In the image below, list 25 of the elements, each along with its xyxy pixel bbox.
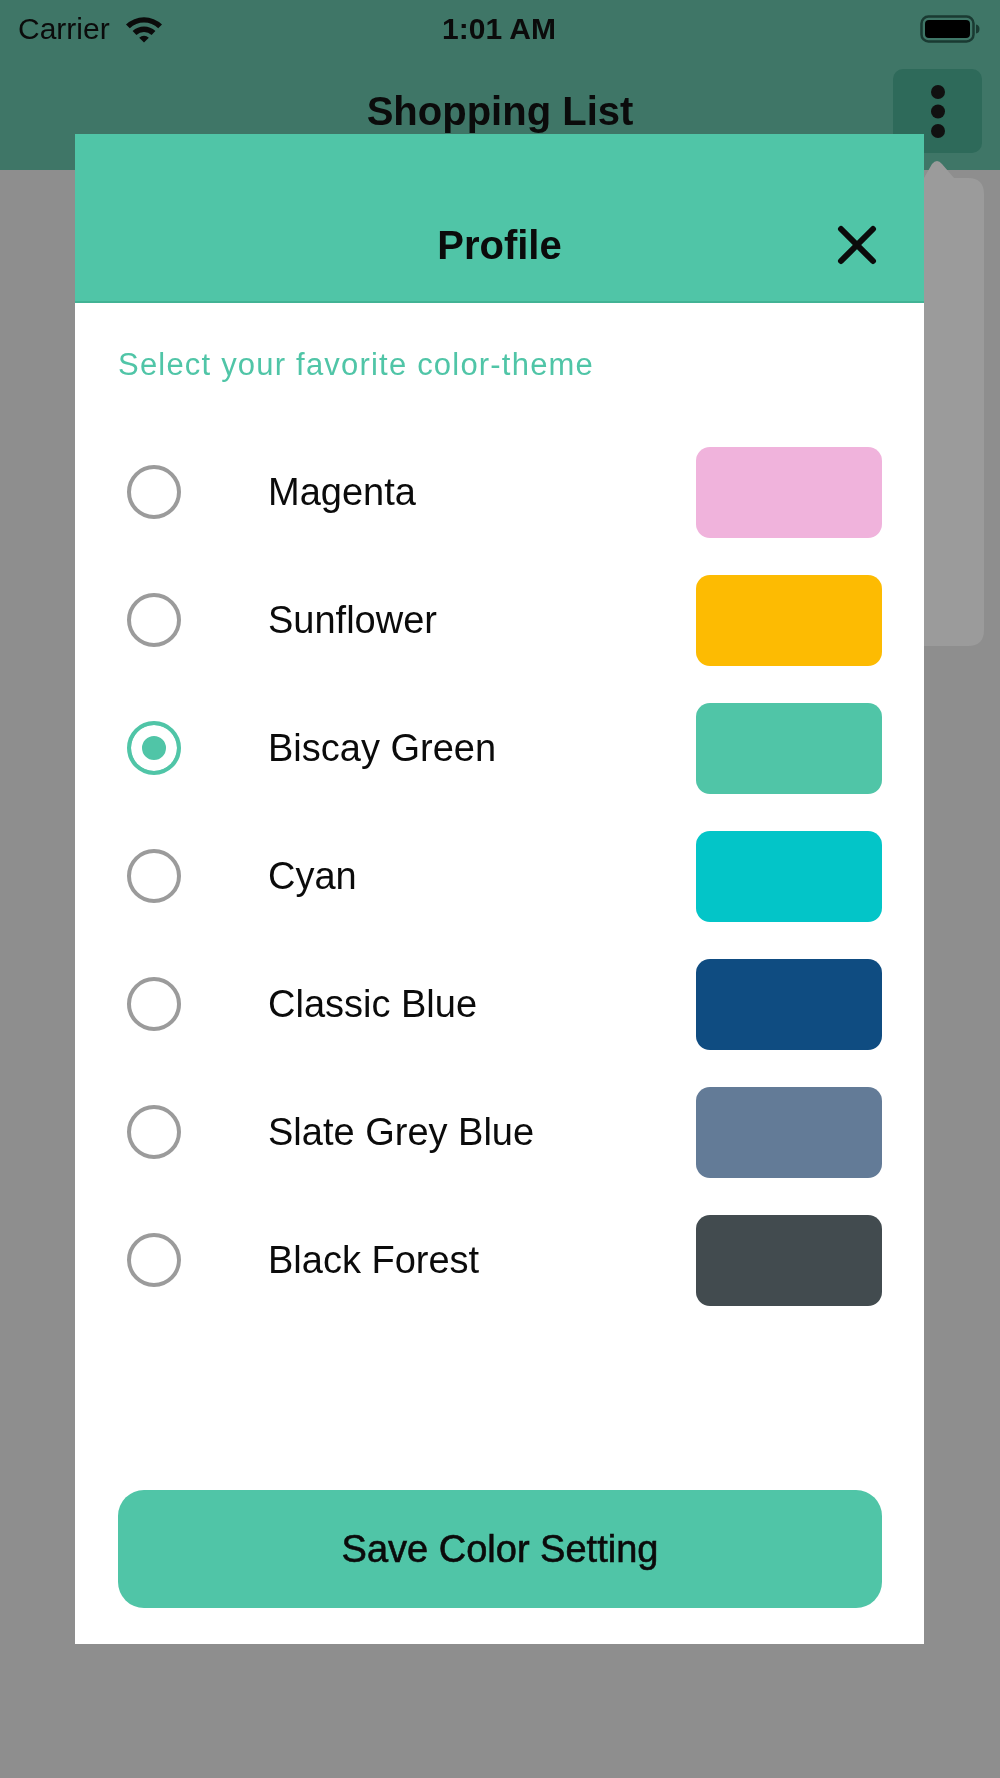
theme-label: Slate Grey Blue [268,1110,536,1154]
dialog-title: Profile [437,225,562,265]
menu-button[interactable] [893,69,982,153]
close-button[interactable] [837,225,877,265]
radio-button[interactable] [127,721,181,775]
theme-label: Magenta [268,470,417,514]
radio-button[interactable] [127,1233,181,1287]
save-button[interactable]: Save Color Setting [118,1490,882,1608]
theme-label: Black Forest [268,1238,481,1282]
radio-button[interactable] [127,977,181,1031]
more-vertical-icon [930,84,945,138]
dialog-subtitle: Select your favorite color-theme [118,347,596,383]
clock-time: 1:01 AM [442,11,556,46]
app-bar-title: Shopping List [366,91,634,131]
radio-button[interactable] [127,1105,181,1159]
theme-label: Biscay Green [268,726,498,770]
carrier-label: Carrier [18,11,110,46]
theme-label: Classic Blue [268,982,479,1026]
radio-button[interactable] [127,593,181,647]
theme-label: Sunflower [268,598,438,642]
theme-label: Cyan [268,854,358,898]
radio-button[interactable] [127,465,181,519]
battery-icon [920,14,980,43]
close-icon [837,225,877,265]
radio-button[interactable] [127,849,181,903]
